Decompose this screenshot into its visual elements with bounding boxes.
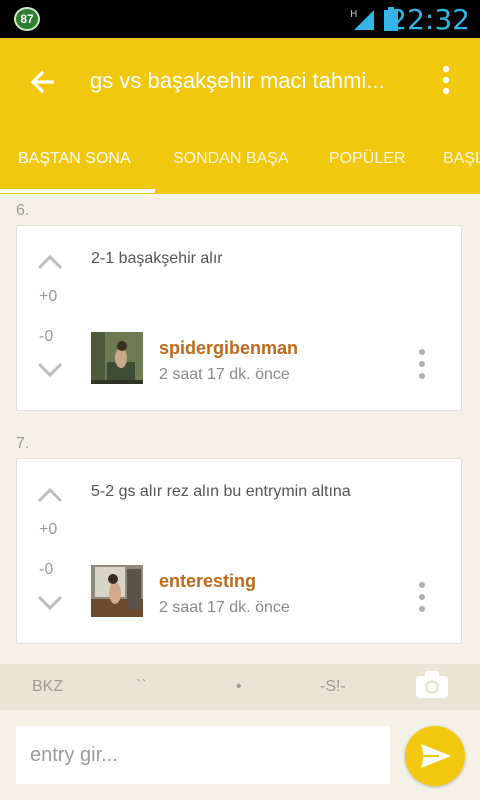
overflow-menu-icon[interactable] <box>434 64 458 96</box>
page-title: gs vs başakşehir maci tahmi... <box>90 68 385 93</box>
clock: 22:32 <box>389 3 470 36</box>
notification-badge: 87 <box>14 7 40 31</box>
entry-text: 2-1 başakşehir alır <box>91 250 223 267</box>
spoiler-button[interactable]: -S!- <box>320 678 346 696</box>
tab-sondan-basa[interactable]: SONDAN BAŞA <box>173 150 289 168</box>
tab-populer[interactable]: POPÜLER <box>329 150 405 168</box>
backtick-button[interactable]: `` <box>136 678 147 696</box>
avatar[interactable] <box>91 332 143 384</box>
upvote-icon[interactable] <box>37 254 63 270</box>
downvote-icon[interactable] <box>37 595 63 611</box>
entry-number: 6. <box>16 202 30 219</box>
active-tab-indicator <box>0 189 155 193</box>
format-toolbar: BKZ `` • -S!- <box>0 664 480 710</box>
author-name[interactable]: enteresting <box>159 571 256 592</box>
network-type-label: H <box>350 9 358 20</box>
send-button[interactable] <box>405 726 465 786</box>
signal-icon: H <box>350 9 374 30</box>
avatar[interactable] <box>91 565 143 617</box>
entry-input-bar <box>0 710 480 800</box>
entry-menu-icon[interactable] <box>415 581 429 613</box>
upvote-icon[interactable] <box>37 487 63 503</box>
entry-input[interactable] <box>16 726 390 784</box>
camera-icon[interactable] <box>416 670 448 698</box>
upvote-count: +0 <box>39 521 58 538</box>
app-bar: gs vs başakşehir maci tahmi... BAŞTAN SO… <box>0 38 480 194</box>
downvote-count: -0 <box>39 561 54 578</box>
tab-bar: BAŞTAN SONA SONDAN BAŞA POPÜLER BAŞL <box>0 138 480 194</box>
author-name[interactable]: spidergibenman <box>159 338 298 359</box>
tab-basliklar[interactable]: BAŞL <box>443 150 480 168</box>
entry-timestamp: 2 saat 17 dk. önce <box>159 366 290 383</box>
entry-text: 5-2 gs alır rez alın bu entrymin altına <box>91 483 351 500</box>
upvote-count: +0 <box>39 288 58 305</box>
bkz-button[interactable]: BKZ <box>32 678 63 696</box>
bullet-button[interactable]: • <box>236 678 242 696</box>
entry-menu-icon[interactable] <box>415 348 429 380</box>
entry-timestamp: 2 saat 17 dk. önce <box>159 599 290 616</box>
back-arrow-icon[interactable] <box>26 66 58 98</box>
entry-card: +0 -0 5-2 gs alır rez alın bu entrymin a… <box>16 458 462 644</box>
downvote-icon[interactable] <box>37 362 63 378</box>
status-bar: 87 H 22:32 <box>0 0 480 38</box>
tab-bastan-sona[interactable]: BAŞTAN SONA <box>18 150 131 168</box>
entry-card: +0 -0 2-1 başakşehir alır spidergibenman… <box>16 225 462 411</box>
send-icon <box>421 744 451 768</box>
entry-number: 7. <box>16 435 30 452</box>
downvote-count: -0 <box>39 328 54 345</box>
